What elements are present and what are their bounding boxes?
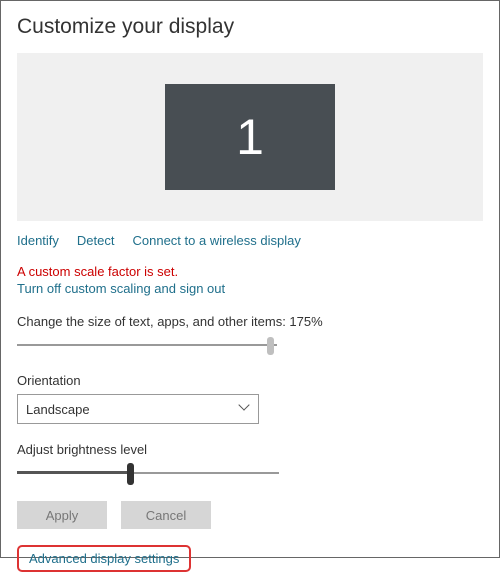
identify-link[interactable]: Identify bbox=[17, 233, 59, 248]
turn-off-scaling-link[interactable]: Turn off custom scaling and sign out bbox=[17, 281, 225, 296]
cancel-button[interactable]: Cancel bbox=[121, 501, 211, 529]
chevron-down-icon bbox=[240, 404, 250, 414]
text-size-label: Change the size of text, apps, and other… bbox=[17, 314, 483, 329]
apply-button[interactable]: Apply bbox=[17, 501, 107, 529]
advanced-display-settings-link[interactable]: Advanced display settings bbox=[29, 551, 179, 566]
text-size-slider-thumb[interactable] bbox=[267, 337, 274, 355]
orientation-select[interactable]: Landscape bbox=[17, 394, 259, 424]
detect-link[interactable]: Detect bbox=[77, 233, 115, 248]
advanced-link-highlight: Advanced display settings bbox=[17, 545, 191, 572]
monitor-number: 1 bbox=[236, 108, 264, 166]
page-title: Customize your display bbox=[17, 15, 483, 39]
brightness-slider-thumb[interactable] bbox=[127, 463, 134, 485]
button-row: Apply Cancel bbox=[17, 501, 483, 529]
scale-warning: A custom scale factor is set. bbox=[17, 264, 483, 279]
monitor-tile[interactable]: 1 bbox=[165, 84, 335, 190]
text-size-slider[interactable] bbox=[17, 335, 277, 355]
display-preview-area: 1 bbox=[17, 53, 483, 221]
connect-wireless-link[interactable]: Connect to a wireless display bbox=[133, 233, 301, 248]
display-actions-row: Identify Detect Connect to a wireless di… bbox=[17, 233, 483, 248]
brightness-slider[interactable] bbox=[17, 463, 279, 483]
orientation-label: Orientation bbox=[17, 373, 483, 388]
orientation-value: Landscape bbox=[26, 402, 90, 417]
brightness-label: Adjust brightness level bbox=[17, 442, 483, 457]
